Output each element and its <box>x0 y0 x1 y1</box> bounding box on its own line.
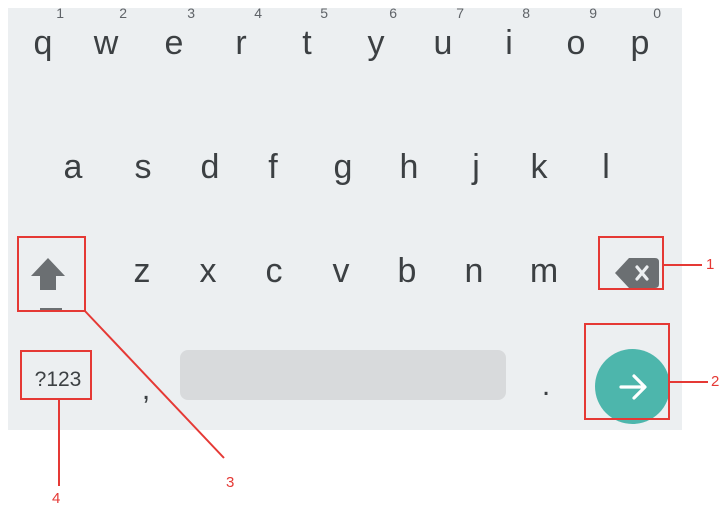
key-c[interactable]: c <box>246 238 302 302</box>
callout-line-enter <box>670 381 708 383</box>
key-label: t <box>302 24 312 62</box>
key-label: b <box>397 252 417 290</box>
key-label: k <box>530 148 548 186</box>
callout-label-backspace: 1 <box>706 256 715 273</box>
key-label: i <box>505 24 513 62</box>
callout-label-enter: 2 <box>711 373 720 390</box>
key-v[interactable]: v <box>313 238 369 302</box>
key-label: q <box>33 24 53 62</box>
spacebar[interactable] <box>180 350 506 400</box>
key-s[interactable]: s <box>115 134 171 198</box>
key-g[interactable]: g <box>315 134 371 198</box>
key-f[interactable]: f <box>245 134 301 198</box>
key-label: m <box>529 252 559 290</box>
key-label: j <box>472 148 480 186</box>
key-z[interactable]: z <box>114 238 170 302</box>
key-x[interactable]: x <box>180 238 236 302</box>
key-l[interactable]: l <box>578 134 634 198</box>
key-d[interactable]: d <box>182 134 238 198</box>
key-label: r <box>235 24 247 62</box>
key-label: n <box>464 252 484 290</box>
key-a[interactable]: a <box>45 134 101 198</box>
key-label: x <box>199 252 217 290</box>
key-h[interactable]: h <box>381 134 437 198</box>
key-label: h <box>399 148 419 186</box>
key-t[interactable]: 5 t <box>279 5 335 74</box>
callout-box-backspace <box>598 236 664 290</box>
callout-label-symbols: 4 <box>52 490 61 507</box>
key-label: e <box>164 24 184 62</box>
key-b[interactable]: b <box>379 238 435 302</box>
key-u[interactable]: 7 u <box>415 5 471 74</box>
key-m[interactable]: m <box>516 238 572 302</box>
onscreen-keyboard: 1 q 2 w 3 e 4 r 5 t 6 y 7 u 8 i 9 o 0 p … <box>8 5 682 430</box>
key-p[interactable]: 0 p <box>612 5 668 74</box>
callout-box-shift <box>17 236 86 312</box>
key-q[interactable]: 1 q <box>15 5 71 74</box>
key-label: g <box>333 148 353 186</box>
key-y[interactable]: 6 y <box>348 5 404 74</box>
period-key[interactable]: . <box>534 360 558 412</box>
key-label: v <box>332 252 350 290</box>
key-label: u <box>433 24 453 62</box>
callout-box-enter <box>584 323 670 420</box>
key-label: s <box>134 148 152 186</box>
callout-line-backspace <box>664 264 702 266</box>
key-label: d <box>200 148 220 186</box>
callout-label-shift: 3 <box>226 474 235 491</box>
key-label: z <box>133 252 151 290</box>
key-label: o <box>566 24 586 62</box>
key-label: w <box>93 24 119 62</box>
key-k[interactable]: k <box>511 134 567 198</box>
key-label: c <box>265 252 283 290</box>
key-n[interactable]: n <box>446 238 502 302</box>
key-w[interactable]: 2 w <box>78 5 134 74</box>
key-label: p <box>630 24 650 62</box>
key-o[interactable]: 9 o <box>548 5 604 74</box>
key-label: l <box>602 148 610 186</box>
key-label: y <box>367 24 385 62</box>
key-e[interactable]: 3 e <box>146 5 202 74</box>
key-j[interactable]: j <box>448 134 504 198</box>
key-r[interactable]: 4 r <box>213 5 269 74</box>
comma-key[interactable]: , <box>132 364 160 416</box>
key-label: a <box>63 148 83 186</box>
key-i[interactable]: 8 i <box>481 5 537 74</box>
key-label: f <box>268 148 278 186</box>
callout-box-symbols <box>20 350 92 400</box>
